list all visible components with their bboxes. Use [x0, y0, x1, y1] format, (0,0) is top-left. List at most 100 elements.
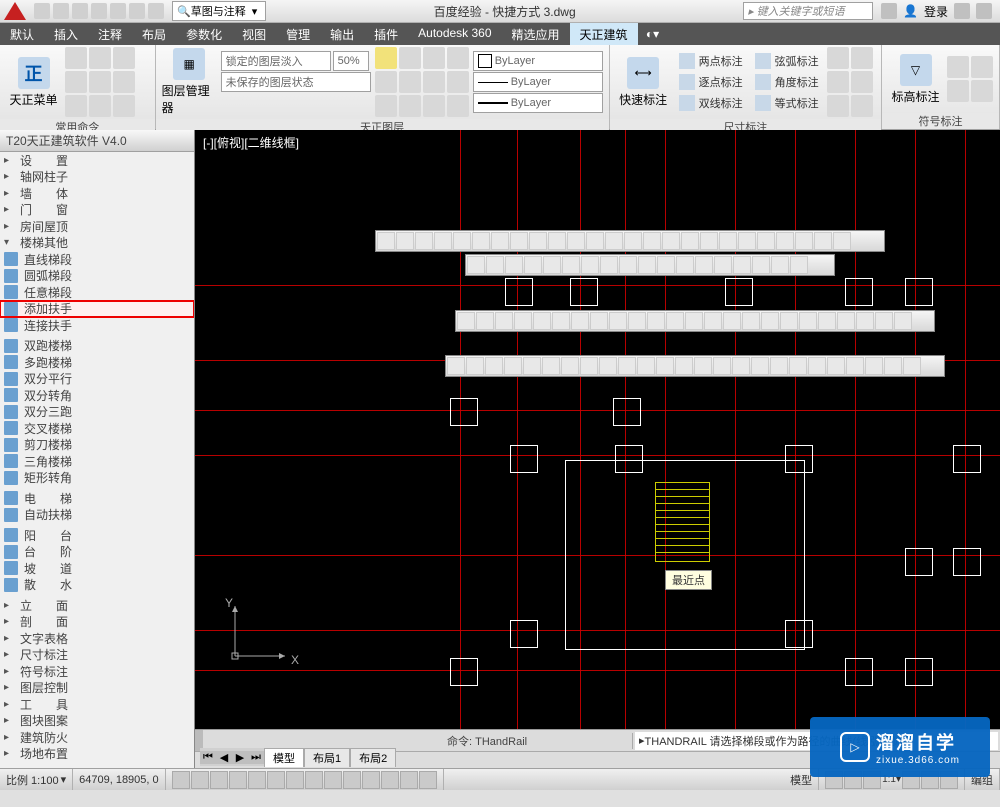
- ribbon-tab[interactable]: 精选应用: [502, 23, 570, 45]
- toolbar-btn-icon[interactable]: [770, 357, 788, 375]
- toolbar-btn-icon[interactable]: [808, 357, 826, 375]
- stair-item[interactable]: 自动扶梯: [0, 507, 194, 524]
- app-logo[interactable]: [0, 0, 30, 23]
- dim-tool-icon[interactable]: [851, 95, 873, 117]
- quick-dim-button[interactable]: ⟷ 快速标注: [616, 57, 671, 108]
- lock-icon[interactable]: [423, 47, 445, 69]
- toolbar-btn-icon[interactable]: [447, 357, 465, 375]
- layer-tool-icon[interactable]: [399, 71, 421, 93]
- toolbar-btn-icon[interactable]: [694, 357, 712, 375]
- dim-tool-icon[interactable]: [827, 95, 849, 117]
- toolbar-btn-icon[interactable]: [523, 357, 541, 375]
- toolbar-btn-icon[interactable]: [643, 232, 661, 250]
- toolbar-btn-icon[interactable]: [562, 256, 580, 274]
- view-label[interactable]: [-][俯视][二维线框]: [203, 134, 299, 151]
- stair-item[interactable]: 任意梯段: [0, 284, 194, 301]
- toolbar-btn-icon[interactable]: [529, 232, 547, 250]
- dim-angle[interactable]: 角度标注: [751, 72, 823, 92]
- tree-category[interactable]: ▸立 面: [0, 597, 194, 614]
- tree-category[interactable]: ▸门 窗: [0, 202, 194, 219]
- toolbar-btn-icon[interactable]: [695, 256, 713, 274]
- toolbar-btn-icon[interactable]: [776, 232, 794, 250]
- dim-point-by-point[interactable]: 逐点标注: [675, 72, 747, 92]
- tpy-toggle-icon[interactable]: [362, 771, 380, 789]
- toolbar-btn-icon[interactable]: [624, 232, 642, 250]
- tree-category[interactable]: ▸图块图案: [0, 713, 194, 730]
- toolbar-btn-icon[interactable]: [548, 232, 566, 250]
- stair-item[interactable]: 双跑楼梯: [0, 338, 194, 355]
- layer-tool-icon[interactable]: [221, 94, 239, 112]
- toolbar-btn-icon[interactable]: [466, 357, 484, 375]
- layer-tool-icon[interactable]: [305, 94, 323, 112]
- toolbar-btn-icon[interactable]: [681, 232, 699, 250]
- toolbar-btn-icon[interactable]: [453, 232, 471, 250]
- stair-item[interactable]: 坡 道: [0, 560, 194, 577]
- toolbar-btn-icon[interactable]: [580, 357, 598, 375]
- osnap-toggle-icon[interactable]: [248, 771, 266, 789]
- stair-element[interactable]: [655, 482, 710, 562]
- ribbon-tab[interactable]: Autodesk 360: [408, 23, 501, 45]
- layer-tool-icon[interactable]: [399, 95, 421, 117]
- toolbar-btn-icon[interactable]: [662, 232, 680, 250]
- toolbar-btn-icon[interactable]: [789, 357, 807, 375]
- sym-tool-icon[interactable]: [947, 80, 969, 102]
- snap-toggle-icon[interactable]: [172, 771, 190, 789]
- stair-item[interactable]: 散 水: [0, 577, 194, 594]
- toolbar-btn-icon[interactable]: [719, 232, 737, 250]
- toolbar-btn-icon[interactable]: [751, 357, 769, 375]
- sym-tool-icon[interactable]: [947, 56, 969, 78]
- tab-nav-next[interactable]: ▶: [232, 751, 248, 764]
- common-tool-icon[interactable]: [113, 47, 135, 69]
- tab-nav-last[interactable]: ⏭: [248, 751, 264, 764]
- stair-item[interactable]: 双分三跑: [0, 404, 194, 421]
- stair-item[interactable]: 添加扶手: [0, 301, 194, 318]
- stair-item[interactable]: 双分平行: [0, 371, 194, 388]
- polar-toggle-icon[interactable]: [229, 771, 247, 789]
- toolbar-btn-icon[interactable]: [434, 232, 452, 250]
- qp-toggle-icon[interactable]: [381, 771, 399, 789]
- toolbar-btn-icon[interactable]: [714, 256, 732, 274]
- qat-redo-icon[interactable]: [148, 3, 164, 19]
- toolbar-btn-icon[interactable]: [733, 256, 751, 274]
- toolbar-btn-icon[interactable]: [619, 256, 637, 274]
- scale-display[interactable]: 比例 1:100 ▾: [0, 769, 73, 790]
- toolbar-btn-icon[interactable]: [846, 357, 864, 375]
- toolbar-btn-icon[interactable]: [884, 357, 902, 375]
- toolbar-btn-icon[interactable]: [676, 256, 694, 274]
- toolbar-btn-icon[interactable]: [723, 312, 741, 330]
- sc-toggle-icon[interactable]: [400, 771, 418, 789]
- qat-saveas-icon[interactable]: [91, 3, 107, 19]
- layout-tab[interactable]: 布局1: [304, 748, 350, 767]
- toolbar-btn-icon[interactable]: [713, 357, 731, 375]
- stair-item[interactable]: 阳 台: [0, 527, 194, 544]
- toolbar-btn-icon[interactable]: [504, 357, 522, 375]
- dyn-toggle-icon[interactable]: [324, 771, 342, 789]
- layer-tool-icon[interactable]: [375, 95, 397, 117]
- toolbar-btn-icon[interactable]: [581, 256, 599, 274]
- tree-category[interactable]: ▸房间屋顶: [0, 218, 194, 235]
- floating-toolbar-3[interactable]: [455, 310, 935, 332]
- tree-category[interactable]: ▸建筑防火: [0, 729, 194, 746]
- toolbar-btn-icon[interactable]: [571, 312, 589, 330]
- dim-tool-icon[interactable]: [851, 47, 873, 69]
- toolbar-btn-icon[interactable]: [757, 232, 775, 250]
- toolbar-btn-icon[interactable]: [637, 357, 655, 375]
- toolbar-btn-icon[interactable]: [799, 312, 817, 330]
- am-toggle-icon[interactable]: [419, 771, 437, 789]
- floating-toolbar-1[interactable]: [375, 230, 885, 252]
- floating-toolbar-4[interactable]: [445, 355, 945, 377]
- login-button[interactable]: 登录: [924, 3, 948, 20]
- toolbar-btn-icon[interactable]: [780, 312, 798, 330]
- toolbar-btn-icon[interactable]: [472, 232, 490, 250]
- layer-tool-icon[interactable]: [447, 95, 469, 117]
- sym-tool-icon[interactable]: [971, 56, 993, 78]
- toolbar-btn-icon[interactable]: [894, 312, 912, 330]
- exchange-icon[interactable]: [954, 3, 970, 19]
- tree-category[interactable]: ▸图层控制: [0, 680, 194, 697]
- stair-item[interactable]: 电 梯: [0, 490, 194, 507]
- layer-tool-icon[interactable]: [423, 95, 445, 117]
- toolbar-btn-icon[interactable]: [495, 312, 513, 330]
- common-tool-icon[interactable]: [89, 95, 111, 117]
- toolbar-btn-icon[interactable]: [542, 357, 560, 375]
- dim-tool-icon[interactable]: [851, 71, 873, 93]
